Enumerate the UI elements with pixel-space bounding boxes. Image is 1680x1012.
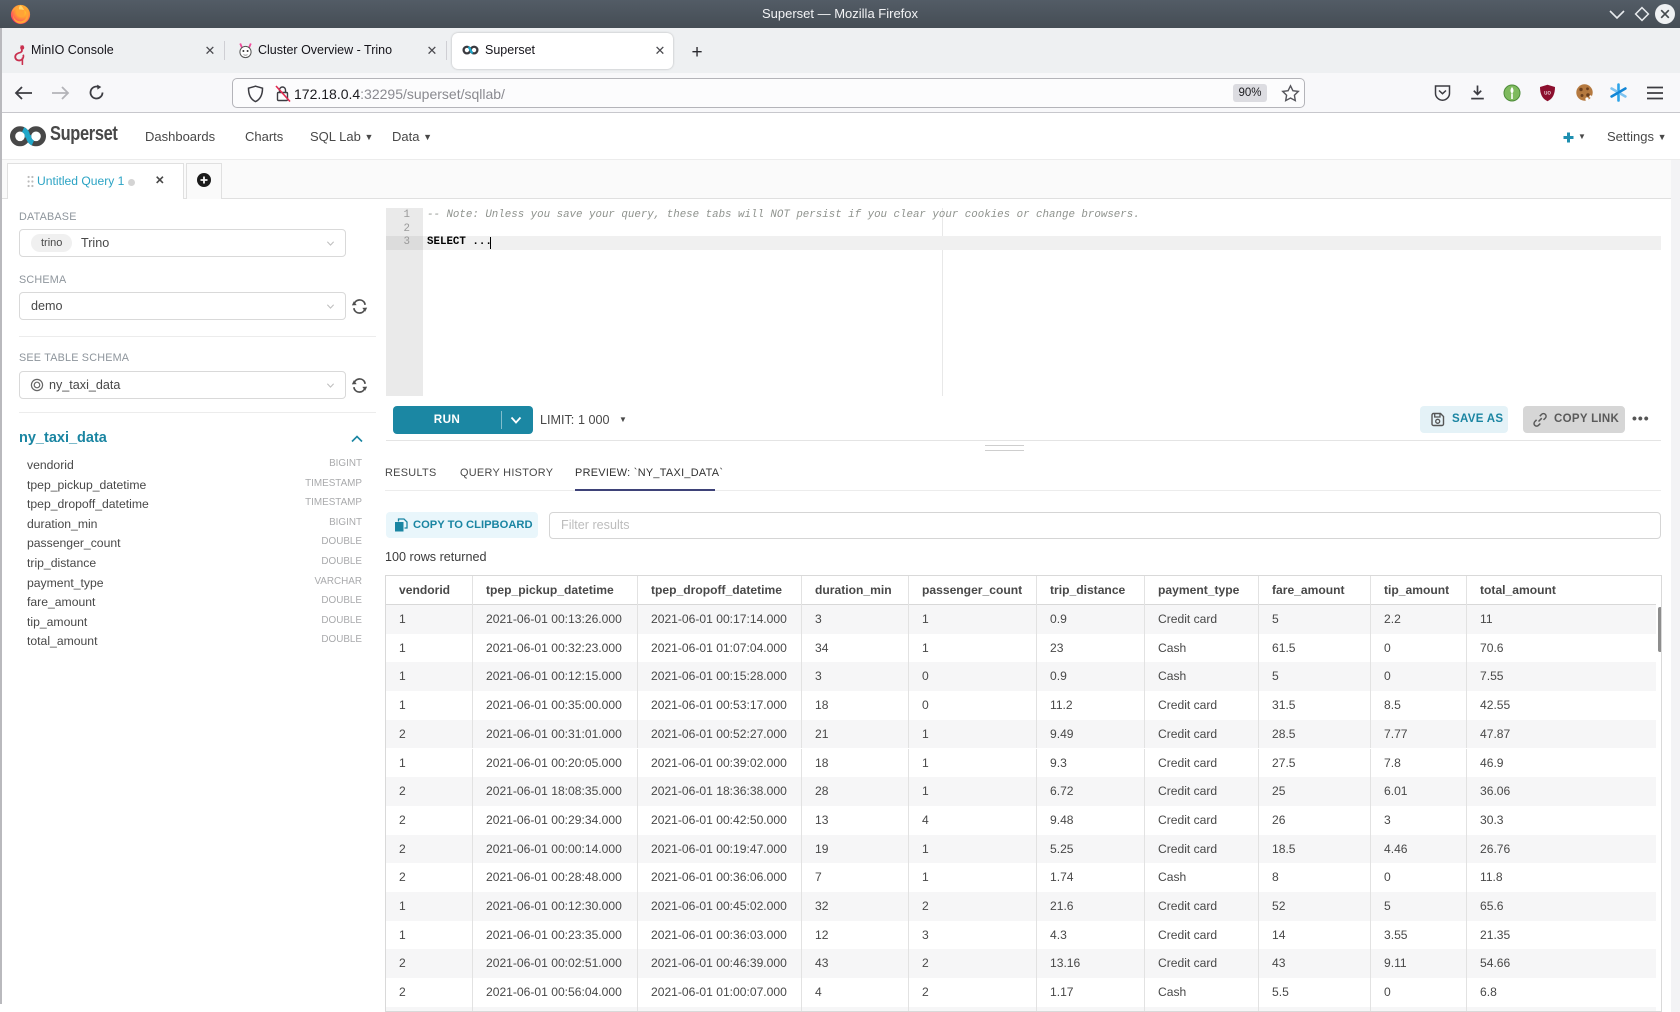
svg-text:uo: uo xyxy=(1544,91,1551,97)
